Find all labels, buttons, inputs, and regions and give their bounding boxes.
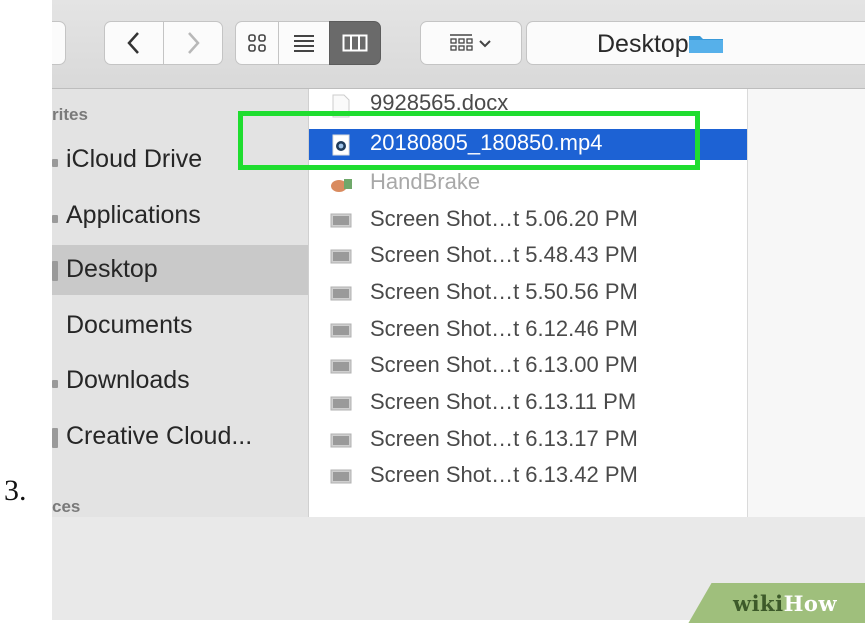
file-name: Screen Shot…t 6.12.46 PM (370, 316, 638, 341)
screenshot-icon (330, 210, 352, 230)
file-row[interactable]: Screen Shot…t 5.50.56 PM (309, 278, 747, 309)
list-view-button[interactable] (278, 21, 330, 65)
sidebar-item-label: Creative Cloud... (66, 422, 253, 450)
screenshot-icon (330, 246, 352, 266)
list-lines-icon (294, 35, 314, 52)
sidebar-item-downloads[interactable]: Downloads (52, 356, 308, 406)
file-row[interactable]: 9928565.docx (309, 89, 747, 120)
sidebar-item-label: Applications (66, 201, 201, 229)
file-name: Screen Shot…t 5.06.20 PM (370, 206, 638, 231)
file-name: 20180805_180850.mp4 (370, 130, 603, 155)
file-name: Screen Shot…t 5.50.56 PM (370, 279, 638, 304)
file-row[interactable]: Screen Shot…t 6.12.46 PM (309, 315, 747, 346)
sidebar-item-applications[interactable]: Applications (52, 191, 308, 241)
file-row[interactable]: Screen Shot…t 6.13.00 PM (309, 351, 747, 382)
forward-button[interactable] (163, 21, 223, 65)
downloads-icon (52, 380, 58, 388)
file-row[interactable]: Screen Shot…t 6.13.42 PM (309, 461, 747, 492)
screenshot-icon (330, 283, 352, 303)
quicktime-video-icon (330, 134, 352, 156)
back-button[interactable] (104, 21, 164, 65)
creative-cloud-icon (52, 428, 58, 448)
screenshot-icon (330, 356, 352, 376)
document-icon (330, 94, 352, 118)
desktop-icon (52, 261, 58, 281)
icon-view-button[interactable] (235, 21, 279, 65)
toolbar-left-button[interactable] (52, 21, 66, 65)
chevron-right-icon (188, 32, 200, 54)
group-grid-chevron-icon (450, 34, 491, 51)
preview-column (748, 89, 865, 517)
folder-icon (689, 36, 723, 53)
toolbar: Desktop (52, 0, 865, 89)
handbrake-app-icon (330, 173, 352, 193)
watermark-logo: wikiHow (733, 591, 837, 616)
file-name: Screen Shot…t 6.13.17 PM (370, 426, 638, 451)
path-popup[interactable]: Desktop (526, 21, 865, 65)
screenshot-icon (330, 466, 352, 486)
watermark-suffix: How (783, 591, 838, 616)
file-row[interactable]: 20180805_180850.mp4 (309, 129, 747, 160)
icon-grid-icon (248, 34, 266, 52)
file-name: Screen Shot…t 6.13.11 PM (370, 389, 637, 414)
file-row[interactable]: HandBrake (309, 168, 747, 199)
watermark-prefix: wiki (733, 591, 784, 616)
screenshot-icon (330, 393, 352, 413)
file-name: Screen Shot…t 5.48.43 PM (370, 242, 638, 267)
sidebar-heading-devices: ces (52, 497, 81, 516)
finder-window: Desktop rites iCloud Drive Applications … (52, 0, 865, 620)
file-name: Screen Shot…t 6.13.00 PM (370, 352, 638, 377)
file-name: HandBrake (370, 169, 481, 194)
path-label: Desktop (597, 30, 689, 58)
file-column: 9928565.docx 20180805_180850.mp4 HandBrake… (309, 89, 748, 517)
file-name: Screen Shot…t 6.13.42 PM (370, 462, 638, 487)
sidebar-item-label: Downloads (66, 366, 190, 394)
file-name: 9928565.docx (370, 90, 509, 115)
screenshot-icon (330, 320, 352, 340)
screenshot-icon (330, 430, 352, 450)
column-view-button[interactable] (329, 21, 381, 65)
sidebar-item-icloud-drive[interactable]: iCloud Drive (52, 135, 308, 185)
sidebar-item-creative-cloud[interactable]: Creative Cloud... (52, 412, 308, 462)
chevron-left-icon (127, 32, 139, 54)
sidebar-item-label: iCloud Drive (66, 145, 203, 173)
sidebar: rites iCloud Drive Applications Desktop … (52, 89, 309, 517)
sidebar-item-label: Documents (66, 311, 193, 339)
file-row[interactable]: Screen Shot…t 5.48.43 PM (309, 241, 747, 272)
columns-icon (342, 34, 368, 52)
sidebar-heading-favorites: rites (52, 105, 88, 124)
group-by-button[interactable] (420, 21, 522, 65)
file-row[interactable]: Screen Shot…t 6.13.11 PM (309, 388, 747, 419)
file-row[interactable]: Screen Shot…t 6.13.17 PM (309, 425, 747, 456)
sidebar-item-desktop[interactable]: Desktop (52, 245, 308, 295)
sidebar-item-label: Desktop (66, 255, 158, 283)
file-row[interactable]: Screen Shot…t 5.06.20 PM (309, 205, 747, 236)
cloud-icon (52, 159, 58, 167)
sidebar-item-documents[interactable]: Documents (52, 301, 308, 351)
applications-icon (52, 215, 58, 223)
step-number: 3. (4, 474, 27, 507)
